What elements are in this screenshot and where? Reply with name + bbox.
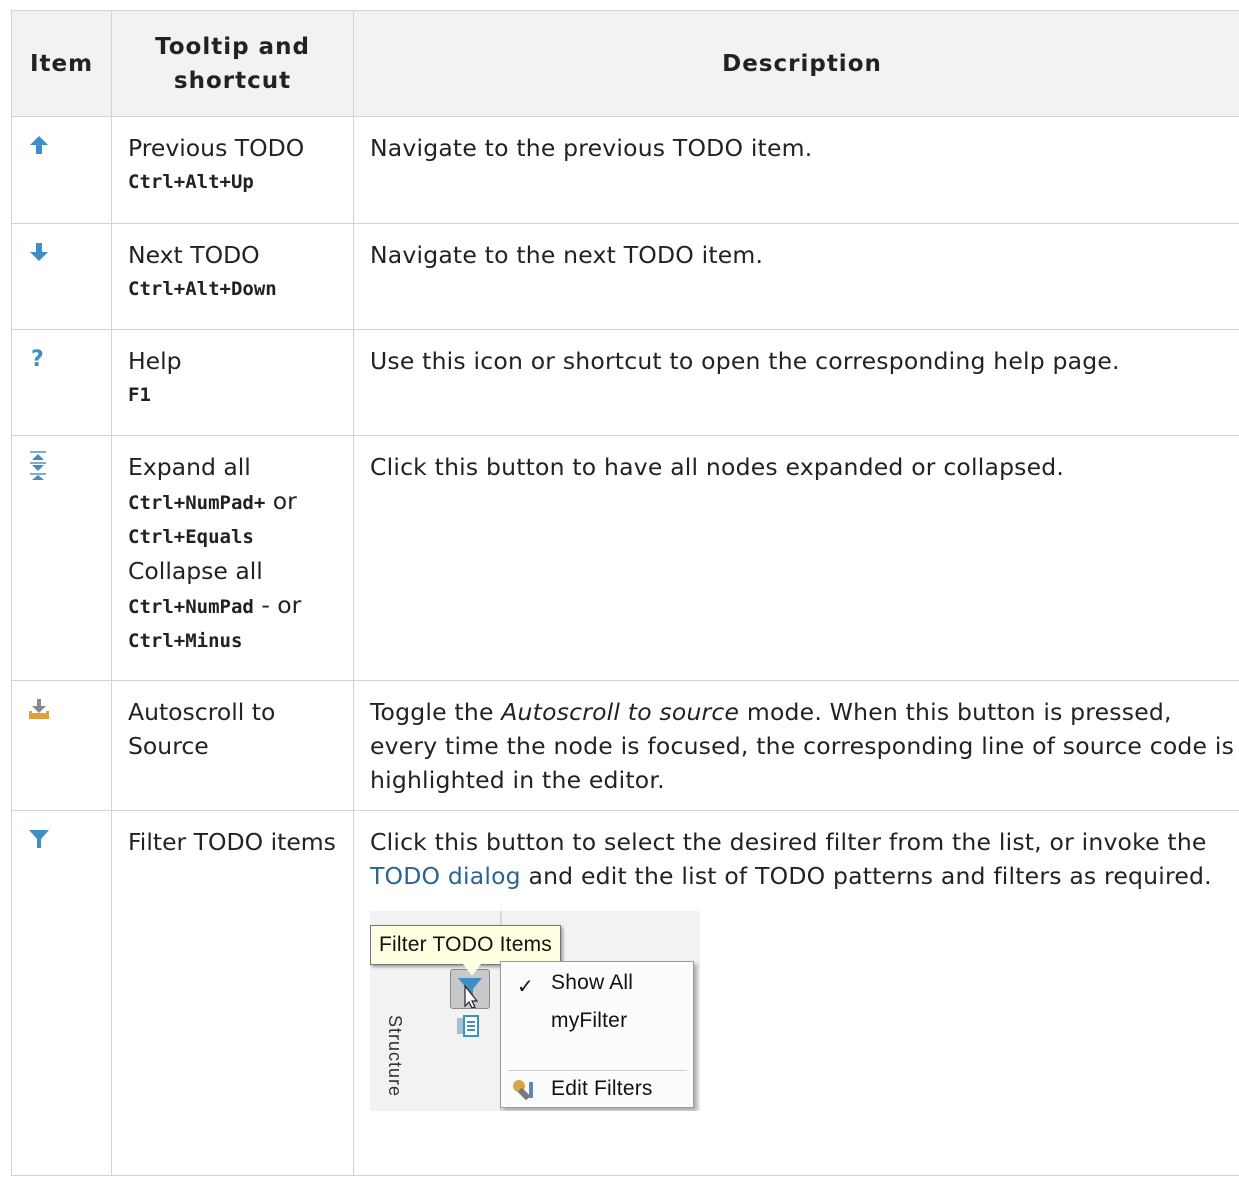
header-item: Item xyxy=(11,10,112,117)
tooltip-text: Expand all xyxy=(128,453,251,481)
table-row: Filter TODO items Click this button to s… xyxy=(11,810,1239,1176)
description-cell: Navigate to the next TODO item. xyxy=(353,223,1239,330)
description-text: and edit the list of TODO patterns and f… xyxy=(520,862,1212,890)
tooltip-cell: Next TODO Ctrl+Alt+Down xyxy=(111,223,354,330)
description-text: Toggle the xyxy=(370,698,502,726)
expand-collapse-icon[interactable] xyxy=(28,450,50,480)
menu-separator xyxy=(507,1070,687,1071)
filter-menu-screenshot: Structure Filter TODO Items ✓ Show All m… xyxy=(370,911,700,1111)
menu-item-myfilter[interactable]: myFilter xyxy=(551,1006,627,1036)
description-emphasis: Autoscroll to source xyxy=(501,698,740,726)
structure-side-label: Structure xyxy=(385,1014,406,1098)
arrow-up-icon[interactable] xyxy=(28,134,50,156)
svg-text:?: ? xyxy=(31,347,44,369)
filter-icon[interactable] xyxy=(28,828,50,850)
filter-menu: ✓ Show All myFilter Edit Filters xyxy=(500,961,694,1108)
tooltip-text: Next TODO xyxy=(128,241,260,269)
tooltip-cell: Expand all Ctrl+NumPad+ or Ctrl+Equals C… xyxy=(111,435,354,681)
table-row: Next TODO Ctrl+Alt+Down Navigate to the … xyxy=(11,223,1239,330)
shortcut-text: F1 xyxy=(128,384,151,406)
todo-toolbar-table: Item Tooltip and shortcut Description Pr… xyxy=(11,10,1239,1176)
filter-tooltip: Filter TODO Items xyxy=(370,925,561,976)
header-tooltip-line1: Tooltip and xyxy=(155,33,310,60)
shortcut-text: Ctrl+Alt+Down xyxy=(128,278,277,300)
item-cell xyxy=(11,223,112,330)
menu-item-show-all[interactable]: Show All xyxy=(551,968,633,998)
table-row: Previous TODO Ctrl+Alt+Up Navigate to th… xyxy=(11,116,1239,224)
check-icon: ✓ xyxy=(517,976,534,998)
header-tooltip-line2: shortcut xyxy=(173,67,292,94)
description-cell: Navigate to the previous TODO item. xyxy=(353,116,1239,224)
or-text: - or xyxy=(261,591,302,619)
tooltip-cell: Autoscroll to Source xyxy=(111,680,354,811)
tooltip-text: Previous TODO xyxy=(128,134,305,162)
header-description: Description xyxy=(353,10,1239,117)
or-text: or xyxy=(272,487,297,515)
table-row: ? Help F1 Use this icon or shortcut to o… xyxy=(11,329,1239,436)
item-cell xyxy=(11,810,112,1176)
help-icon[interactable]: ? xyxy=(28,347,50,369)
item-cell xyxy=(11,435,112,681)
shortcut-text: Ctrl+Minus xyxy=(128,630,243,652)
shortcut-text: Ctrl+Alt+Up xyxy=(128,171,254,193)
arrow-down-icon[interactable] xyxy=(28,241,50,263)
table-row: Expand all Ctrl+NumPad+ or Ctrl+Equals C… xyxy=(11,435,1239,681)
header-tooltip: Tooltip and shortcut xyxy=(111,10,354,117)
description-cell: Use this icon or shortcut to open the co… xyxy=(353,329,1239,436)
table-row: Autoscroll to Source Toggle the Autoscro… xyxy=(11,680,1239,811)
wrench-icon xyxy=(513,1080,533,1100)
shortcut-text: Ctrl+NumPad xyxy=(128,596,254,618)
tooltip-cell: Filter TODO items xyxy=(111,810,354,1176)
table-header-row: Item Tooltip and shortcut Description xyxy=(11,10,1239,117)
item-cell xyxy=(11,116,112,224)
shortcut-text: Ctrl+NumPad+ xyxy=(128,492,266,514)
todo-dialog-link[interactable]: TODO dialog xyxy=(370,862,521,890)
tooltip-text-2: Collapse all xyxy=(128,557,263,585)
menu-item-edit-filters[interactable]: Edit Filters xyxy=(551,1074,653,1104)
description-cell: Click this button to have all nodes expa… xyxy=(353,435,1239,681)
tooltip-cell: Previous TODO Ctrl+Alt+Up xyxy=(111,116,354,224)
description-cell: Click this button to select the desired … xyxy=(353,810,1239,1176)
tooltip-cell: Help F1 xyxy=(111,329,354,436)
tooltip-text: Help xyxy=(128,347,182,375)
item-cell: ? xyxy=(11,329,112,436)
shortcut-text: Ctrl+Equals xyxy=(128,526,254,548)
description-cell: Toggle the Autoscroll to source mode. Wh… xyxy=(353,680,1239,811)
item-cell xyxy=(11,680,112,811)
description-text: Click this button to select the desired … xyxy=(370,828,1207,856)
autoscroll-icon[interactable] xyxy=(28,698,50,720)
list-panel-icon xyxy=(457,1015,479,1037)
